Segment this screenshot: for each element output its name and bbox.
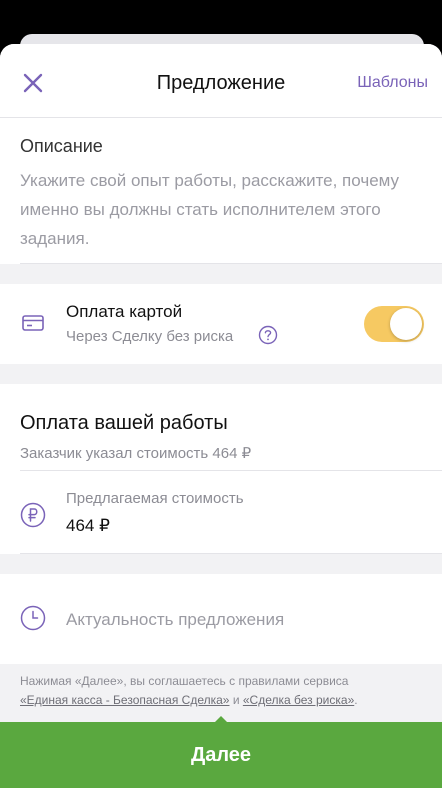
- work-payment-section: Оплата вашей работы Заказчик указал стои…: [0, 384, 442, 554]
- terms-suffix: .: [354, 693, 358, 707]
- terms-middle: и: [232, 693, 240, 707]
- next-button[interactable]: Далее: [0, 722, 442, 788]
- description-input[interactable]: [20, 166, 420, 256]
- templates-link[interactable]: Шаблоны: [357, 74, 428, 92]
- card-payment-row: Оплата картой Через Сделку без риска: [0, 284, 442, 364]
- terms-prefix: Нажимая «Далее», вы соглашаетесь с прави…: [20, 674, 349, 688]
- divider: [20, 263, 442, 264]
- client-price-text: Заказчик указал стоимость 464 ₽: [20, 445, 252, 462]
- ruble-icon: [20, 502, 46, 528]
- proposed-price-input[interactable]: 464 ₽: [66, 516, 110, 536]
- terms-text: Нажимая «Далее», вы соглашаетесь с прави…: [20, 672, 424, 710]
- relevance-row[interactable]: Актуальность предложения: [0, 574, 442, 664]
- card-payment-toggle[interactable]: [364, 306, 424, 342]
- header: Предложение Шаблоны: [0, 44, 442, 118]
- card-payment-title: Оплата картой: [66, 302, 183, 321]
- credit-card-icon: [22, 315, 44, 331]
- proposed-price-label: Предлагаемая стоимость: [66, 490, 244, 507]
- clock-icon: [20, 605, 46, 631]
- terms-link-no-risk[interactable]: «Сделка без риска»: [243, 693, 354, 707]
- question-icon[interactable]: [258, 325, 278, 345]
- relevance-label: Актуальность предложения: [66, 610, 285, 629]
- divider: [20, 553, 442, 554]
- terms-link-safe-deal[interactable]: «Единая касса - Безопасная Сделка»: [20, 693, 229, 707]
- divider: [20, 470, 442, 471]
- work-payment-title: Оплата вашей работы: [20, 412, 228, 434]
- toggle-knob: [390, 308, 422, 340]
- proposal-sheet: Предложение Шаблоны Описание Оплата карт…: [0, 44, 442, 788]
- description-section: Описание: [0, 118, 442, 264]
- card-payment-subtitle: Через Сделку без риска: [66, 328, 234, 345]
- description-label: Описание: [20, 136, 103, 156]
